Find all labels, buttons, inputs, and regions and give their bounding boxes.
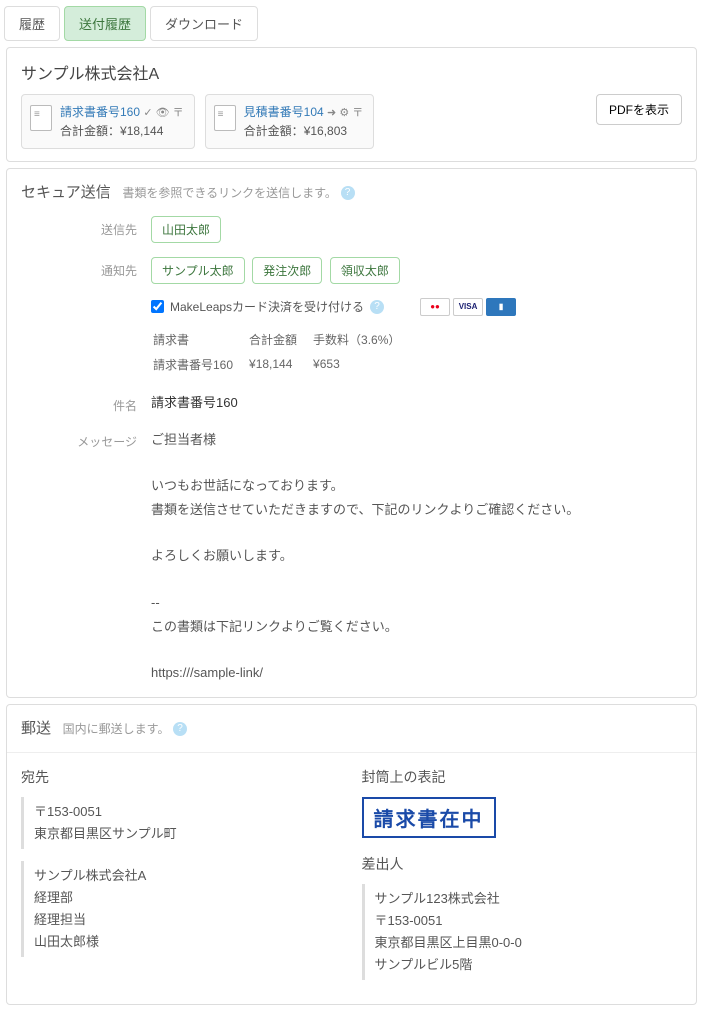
section-subtitle: 書類を参照できるリンクを送信します。 [122,186,337,200]
cc-chip[interactable]: 領収太郎 [330,257,400,284]
envelope-heading: 封筒上の表記 [362,767,683,787]
help-icon[interactable]: ? [341,186,355,200]
tab-download[interactable]: ダウンロード [150,6,258,41]
recipient-label: 送信先 [21,216,151,238]
company-name: サンプル株式会社A [21,60,682,84]
subject-value: 請求書番号160 [151,392,682,411]
main-panel: サンプル株式会社A 請求書番号160 ✓ 👁 〒 合計金額：¥18,144 見積… [6,47,697,162]
help-icon[interactable]: ? [173,722,187,736]
show-pdf-button[interactable]: PDFを表示 [596,94,682,125]
destination-address: 〒153-0051 東京都目黒区サンプル町 [21,797,342,849]
sender-heading: 差出人 [362,854,683,874]
doc-status-icons: ✓ 👁 〒 [143,107,183,119]
visa-icon: VISA [453,298,483,316]
sender-address: サンプル123株式会社 〒153-0051 東京都目黒区上目黒0-0-0 サンプ… [362,884,683,980]
section-title: 郵送 [21,717,51,738]
doc-status-icons: ➜ ⚙ 〒 [327,107,363,119]
help-icon[interactable]: ? [370,300,384,314]
document-icon [30,105,52,131]
postal-section: 郵送 国内に郵送します。 ? 宛先 〒153-0051 東京都目黒区サンプル町 … [6,704,697,1005]
destination-heading: 宛先 [21,767,342,787]
section-title: セキュア送信 [21,181,111,202]
message-body: ご担当者様 いつもお世話になっております。 書類を送信させていただきますので、下… [151,428,682,685]
doc-card-invoice[interactable]: 請求書番号160 ✓ 👁 〒 合計金額：¥18,144 [21,94,195,149]
secure-send-section: セキュア送信 書類を参照できるリンクを送信します。 ? 送信先 山田太郎 通知先… [6,168,697,698]
card-payment-checkbox[interactable] [151,300,164,313]
message-label: メッセージ [21,428,151,450]
doc-card-quote[interactable]: 見積書番号104 ➜ ⚙ 〒 合計金額：¥16,803 [205,94,375,149]
tab-send-history[interactable]: 送付履歴 [64,6,146,41]
doc-total-label: 合計金額： [244,124,304,138]
tab-history[interactable]: 履歴 [4,6,60,41]
doc-total: ¥18,144 [120,124,163,138]
fee-table: 請求書合計金額手数料（3.6%） 請求書番号160¥18,144¥653 [151,326,416,378]
mastercard-icon: ●● [420,298,450,316]
doc-title: 見積書番号104 [244,103,324,121]
section-subtitle: 国内に郵送します。 [63,722,170,736]
document-icon [214,105,236,131]
doc-title: 請求書番号160 [60,103,140,121]
destination-recipient: サンプル株式会社A 経理部 経理担当 山田太郎様 [21,861,342,957]
cc-chip[interactable]: 発注次郎 [252,257,322,284]
cc-chip[interactable]: サンプル太郎 [151,257,245,284]
card-payment-label: MakeLeapsカード決済を受け付ける [170,298,364,315]
cc-label: 通知先 [21,257,151,279]
amex-icon: ▮ [486,298,516,316]
doc-total: ¥16,803 [304,124,347,138]
recipient-chip[interactable]: 山田太郎 [151,216,221,243]
doc-total-label: 合計金額： [60,124,120,138]
subject-label: 件名 [21,392,151,414]
